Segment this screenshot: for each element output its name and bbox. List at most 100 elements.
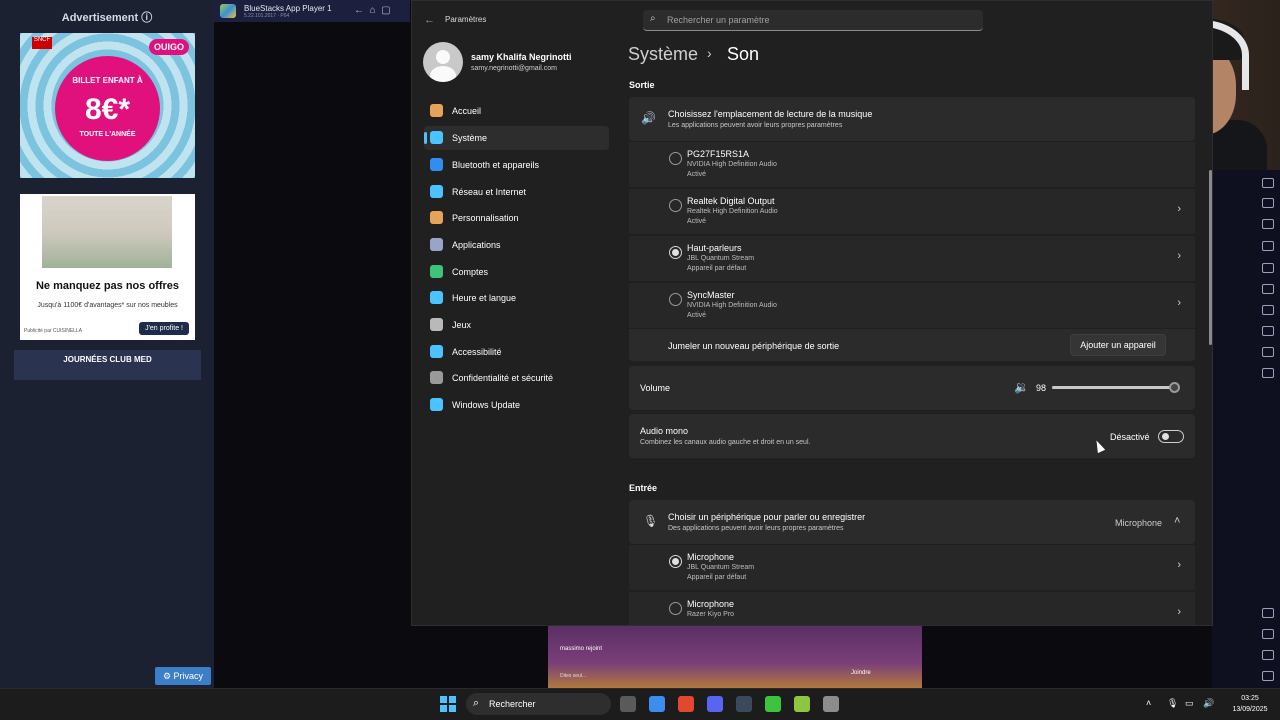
window-icon[interactable]: ▢ [381, 5, 390, 16]
input-device-row[interactable]: Microphone Razer Kiyo Pro › [629, 591, 1195, 625]
sidebar-tool-icon[interactable] [1262, 219, 1274, 229]
chevron-right-icon[interactable]: › [1177, 297, 1181, 309]
taskbar-search-label: Rechercher [489, 699, 536, 709]
sidebar-item-confidentialité-et-sécurité[interactable]: Confidentialité et sécurité [424, 366, 609, 390]
network-icon[interactable]: ▭ [1185, 698, 1194, 709]
sidebar-item-heure-et-langue[interactable]: Heure et langue [424, 286, 609, 310]
sidebar-item-réseau-et-internet[interactable]: Réseau et Internet [424, 180, 609, 204]
avatar[interactable] [423, 42, 463, 82]
ad-price: 8€* [84, 93, 131, 126]
sidebar-item-personnalisation[interactable]: Personnalisation [424, 206, 609, 230]
output-device-row[interactable]: Realtek Digital Output Realtek High Defi… [629, 188, 1195, 234]
volume-icon[interactable]: 🔊 [1203, 698, 1214, 709]
device-radio-selected[interactable] [669, 555, 682, 568]
output-device-row[interactable]: Haut-parleurs JBL Quantum Stream Apparei… [629, 235, 1195, 281]
device-driver: Realtek High Definition Audio [687, 208, 778, 215]
start-icon[interactable] [440, 696, 456, 712]
settings-icon[interactable] [823, 696, 839, 712]
brave-icon[interactable] [678, 696, 694, 712]
device-name: Haut-parleurs [687, 243, 742, 253]
account-icon [430, 265, 443, 278]
back-icon[interactable]: ← [354, 5, 364, 16]
avatar-head [436, 50, 450, 64]
sidebar-item-label: Confidentialité et sécurité [452, 373, 554, 383]
chevron-up-icon[interactable]: ˄ [1146, 698, 1151, 708]
output-device-row[interactable]: SyncMaster NVIDIA High Definition Audio … [629, 282, 1195, 328]
sidebar-tool-icon[interactable] [1262, 178, 1274, 188]
apps-icon [430, 238, 443, 251]
steam-icon[interactable] [736, 696, 752, 712]
sidebar-item-comptes[interactable]: Comptes [424, 260, 609, 284]
sidebar-item-bluetooth-et-appareils[interactable]: Bluetooth et appareils [424, 153, 609, 177]
sidebar-tool-icon[interactable] [1262, 198, 1274, 208]
taskbar-search[interactable] [466, 693, 611, 715]
input-device-row[interactable]: Microphone JBL Quantum Stream Appareil p… [629, 544, 1195, 590]
device-status: Appareil par défaut [687, 574, 747, 581]
microphone-icon[interactable]: 🎙 [1167, 698, 1178, 709]
ad-cta-button[interactable]: J'en profite ! [139, 322, 189, 335]
sidebar-tool-icon[interactable] [1262, 284, 1274, 294]
sidebar-tool-icon[interactable] [1262, 368, 1274, 378]
app-green-icon[interactable] [765, 696, 781, 712]
ad-cuisinella[interactable]: Ne manquez pas nos offres Jusqu'à 1100€ … [20, 194, 195, 340]
chevron-right-icon[interactable]: › [1177, 250, 1181, 262]
settings-gear-icon[interactable] [1262, 608, 1274, 618]
game-join-button[interactable]: Joindre [851, 670, 871, 676]
breadcrumb-parent[interactable]: Système [628, 44, 698, 65]
chevron-right-icon[interactable]: › [1177, 203, 1181, 215]
output-title: Choisissez l'emplacement de lecture de l… [668, 109, 873, 119]
game-chat-input[interactable]: Dites seul... [560, 673, 586, 679]
sidebar-item-accessibilité[interactable]: Accessibilité [424, 340, 609, 364]
ad-line1: BILLET ENFANT À [72, 76, 143, 85]
sidebar-tool-icon[interactable] [1262, 326, 1274, 336]
volume-speaker-icon[interactable]: 🔉 [1014, 380, 1029, 394]
output-header-card[interactable]: 🔊 Choisissez l'emplacement de lecture de… [629, 97, 1195, 141]
recent-apps-icon[interactable] [1262, 671, 1274, 681]
sidebar-item-système[interactable]: Système [424, 126, 609, 150]
ad-title: Advertisement ⓘ [0, 9, 214, 25]
back-icon[interactable] [1262, 629, 1274, 639]
device-radio[interactable] [669, 602, 682, 615]
user-name: samy Khalifa Negrinotti [471, 52, 572, 62]
back-arrow-icon[interactable]: ← [424, 14, 435, 26]
ad-headline: Ne manquez pas nos offres [35, 280, 180, 292]
sidebar-tool-icon[interactable] [1262, 241, 1274, 251]
sidebar-tool-icon[interactable] [1262, 347, 1274, 357]
output-device-row[interactable]: PG27F15RS1A NVIDIA High Definition Audio… [629, 141, 1195, 187]
home-icon[interactable]: ⌂ [370, 5, 376, 16]
input-header-card[interactable]: 🎙 Choisir un périphérique pour parler ou… [629, 500, 1195, 544]
sidebar-item-applications[interactable]: Applications [424, 233, 609, 257]
device-radio[interactable] [669, 199, 682, 212]
privacy-button[interactable]: ⚙ Privacy [155, 667, 211, 685]
device-radio-selected[interactable] [669, 246, 682, 259]
app-title: Paramètres [445, 15, 487, 24]
chevron-right-icon[interactable]: › [1177, 559, 1181, 571]
sidebar-item-jeux[interactable]: Jeux [424, 313, 609, 337]
bluestacks-icon[interactable] [794, 696, 810, 712]
sidebar-item-label: Accessibilité [452, 347, 502, 357]
sidebar-item-windows-update[interactable]: Windows Update [424, 393, 609, 417]
sidebar-tool-icon[interactable] [1262, 305, 1274, 315]
device-radio[interactable] [669, 152, 682, 165]
ad-clubmed[interactable]: JOURNÉES CLUB MED [14, 350, 201, 380]
chevron-right-icon[interactable]: › [1177, 606, 1181, 618]
chrome-icon[interactable] [649, 696, 665, 712]
device-radio[interactable] [669, 293, 682, 306]
mono-audio-toggle[interactable] [1158, 430, 1184, 443]
settings-scrollbar[interactable] [1209, 170, 1212, 345]
chevron-up-icon[interactable]: ˄ [1174, 515, 1180, 527]
bluestacks-game-view[interactable]: massimo rejoint Dites seul... Joindre [548, 626, 922, 688]
sidebar-item-accueil[interactable]: Accueil [424, 99, 609, 123]
sidebar-item-label: Comptes [452, 267, 489, 277]
ad-ouigo[interactable]: SNCF OUIGO BILLET ENFANT À 8€* TOUTE L'A… [20, 33, 195, 178]
add-device-button[interactable]: Ajouter un appareil [1070, 334, 1166, 356]
wifi-icon [430, 185, 443, 198]
sidebar-tool-icon[interactable] [1262, 263, 1274, 273]
taskbar-clock[interactable]: 03:25 13/09/2025 [1226, 693, 1274, 715]
file-explorer-icon[interactable] [620, 696, 636, 712]
sidebar-item-label: Windows Update [452, 400, 521, 410]
device-status: Activé [687, 171, 707, 178]
discord-icon[interactable] [707, 696, 723, 712]
home-icon[interactable] [1262, 650, 1274, 660]
info-icon[interactable]: ⓘ [141, 12, 152, 24]
